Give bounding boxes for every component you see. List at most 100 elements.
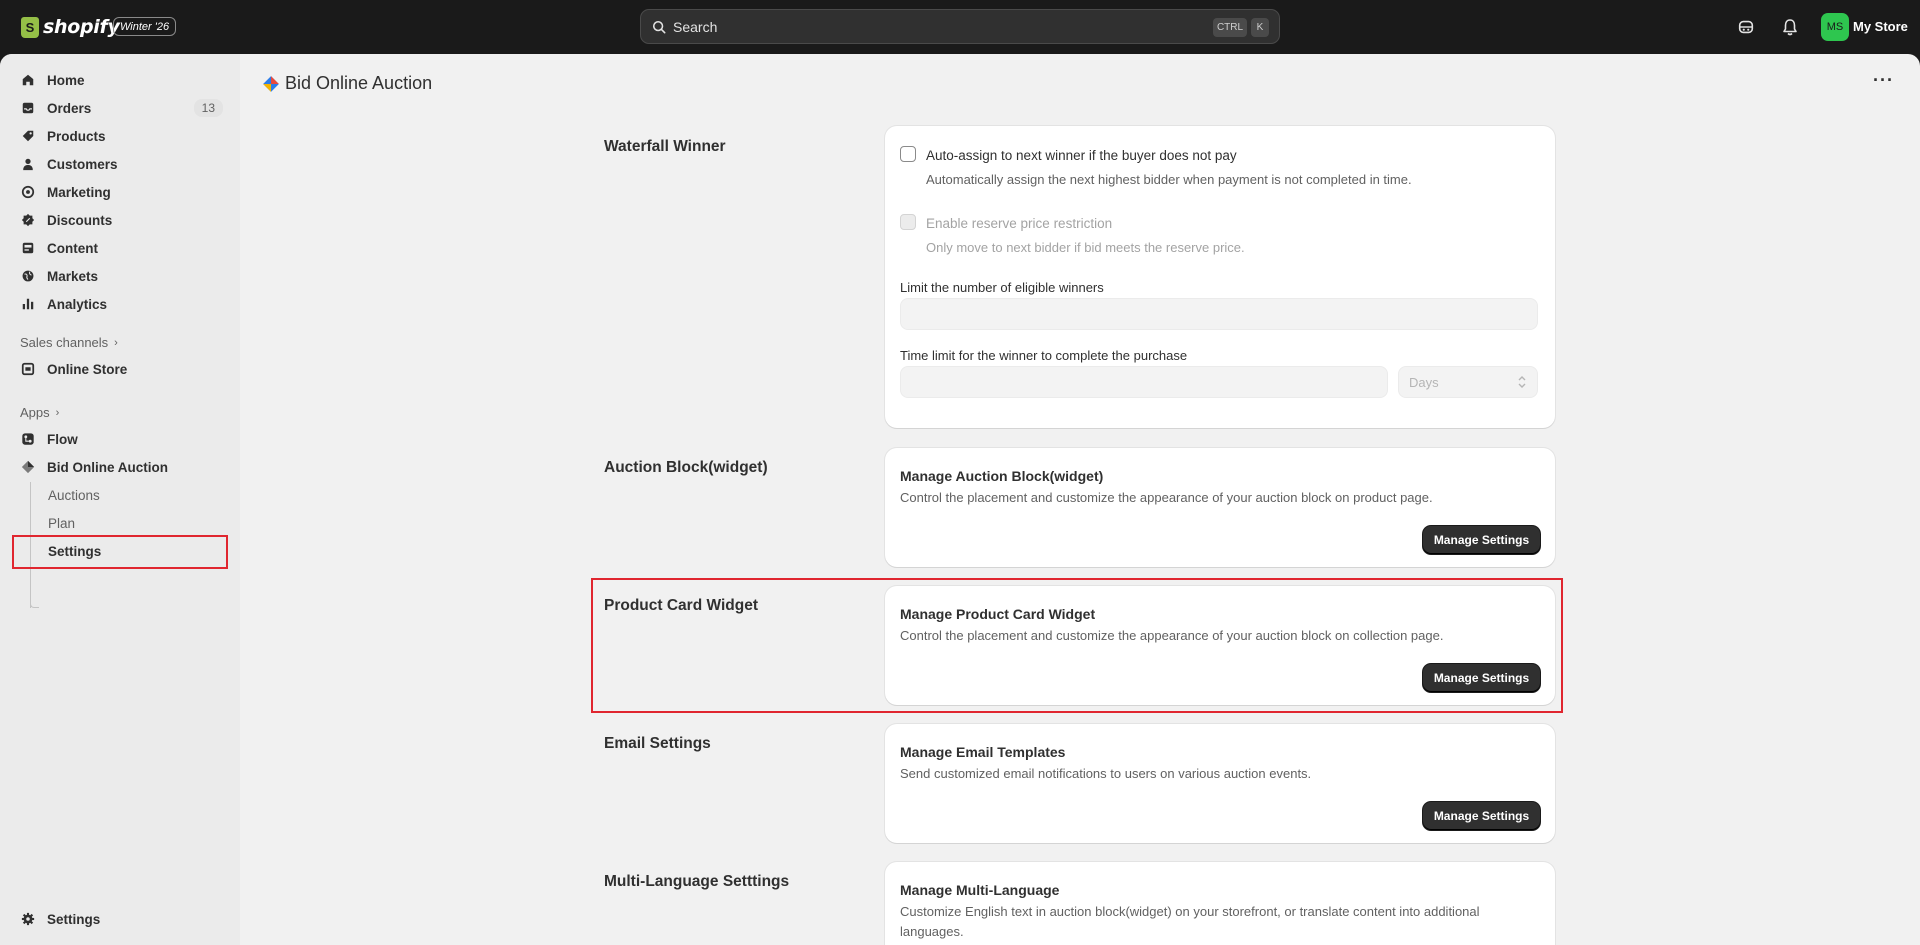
top-bar: S shopify Winter '26 Search CTRL K MS My… (0, 0, 1920, 54)
card-title: Manage Auction Block(widget) (900, 468, 1104, 484)
bar-chart-icon (20, 296, 36, 312)
reserve-price-help: Only move to next bidder if bid meets th… (926, 240, 1245, 255)
tag-icon (20, 128, 36, 144)
shortcut-ctrl: CTRL (1213, 18, 1247, 37)
card-title: Manage Multi-Language (900, 882, 1060, 898)
apps-label: Apps (20, 405, 50, 420)
auction-app-icon (263, 75, 279, 92)
sidebar-item-label: Settings (47, 911, 101, 927)
select-arrows-icon (1518, 376, 1526, 388)
card-description-continued: languages. (900, 924, 964, 939)
globe-icon (20, 268, 36, 284)
sidebar-item-label: Bid Online Auction (47, 459, 168, 475)
sidebar-item-label: Analytics (47, 296, 108, 312)
reserve-price-label: Enable reserve price restriction (926, 216, 1113, 231)
discount-icon (20, 212, 36, 228)
sales-channels-section[interactable]: Sales channels › (20, 335, 118, 350)
orders-count-badge: 13 (193, 99, 223, 117)
sidebar-item-label: Discounts (47, 212, 113, 228)
shopify-logo[interactable]: S shopify (21, 16, 120, 38)
home-icon (20, 72, 36, 88)
sidebar-item-products[interactable]: Products (20, 123, 226, 149)
auto-assign-checkbox[interactable] (900, 146, 916, 162)
card-description: Control the placement and customize the … (900, 490, 1433, 505)
sidebar-item-home[interactable]: Home (20, 67, 226, 93)
more-actions-icon[interactable]: ··· (1873, 70, 1894, 91)
sidekick-icon[interactable] (1735, 16, 1757, 38)
highlight-box-settings (12, 535, 228, 569)
multi-language-card: Manage Multi-Language Customize English … (885, 862, 1555, 945)
time-limit-input[interactable] (900, 366, 1388, 398)
waterfall-winner-title: Waterfall Winner (604, 138, 726, 155)
limit-winners-input[interactable] (900, 298, 1538, 330)
store-icon (20, 361, 36, 377)
apps-section[interactable]: Apps › (20, 405, 59, 420)
sidebar-item-settings[interactable]: Settings (20, 906, 226, 932)
search-placeholder: Search (673, 18, 718, 35)
inbox-icon (20, 100, 36, 116)
search-bar[interactable]: Search CTRL K (640, 9, 1280, 44)
edition-badge[interactable]: Winter '26 (113, 17, 177, 36)
app-shell: Home Orders 13 Products Customers Market… (0, 54, 1920, 945)
sidebar-item-customers[interactable]: Customers (20, 151, 226, 177)
time-limit-label: Time limit for the winner to complete th… (900, 348, 1188, 363)
sidebar-item-label: Markets (47, 268, 99, 284)
sidebar-item-orders[interactable]: Orders 13 (20, 95, 226, 121)
sidebar-item-bid-online-auction[interactable]: Bid Online Auction (20, 454, 226, 480)
card-description: Send customized email notifications to u… (900, 766, 1312, 781)
sidebar-subitem-auctions[interactable]: Auctions (48, 488, 100, 503)
sidebar-item-label: Content (47, 240, 98, 256)
time-unit-select[interactable]: Days (1398, 366, 1538, 398)
flow-icon (20, 431, 36, 447)
email-settings-title: Email Settings (604, 735, 711, 752)
sidebar-item-label: Marketing (47, 184, 111, 200)
sidebar-subitem-plan[interactable]: Plan (48, 516, 75, 531)
waterfall-winner-card: Auto-assign to next winner if the buyer … (885, 126, 1555, 428)
target-icon (20, 184, 36, 200)
chevron-right-icon: › (55, 406, 60, 419)
sidebar-item-label: Products (47, 128, 106, 144)
store-name[interactable]: My Store (1853, 19, 1908, 34)
sidebar-item-label: Orders (47, 100, 92, 116)
sidebar-item-label: Home (47, 72, 85, 88)
manage-settings-button[interactable]: Manage Settings (1423, 664, 1540, 692)
tree-branch (30, 600, 39, 608)
sidebar-item-content[interactable]: Content (20, 235, 226, 261)
card-title: Manage Product Card Widget (900, 606, 1096, 622)
product-card-widget-card: Manage Product Card Widget Control the p… (885, 586, 1555, 705)
card-description: Control the placement and customize the … (900, 628, 1444, 643)
auction-block-card: Manage Auction Block(widget) Control the… (885, 448, 1555, 567)
page-title: Bid Online Auction (262, 73, 432, 94)
sidebar-item-discounts[interactable]: Discounts (20, 207, 226, 233)
time-unit-value: Days (1409, 374, 1439, 390)
product-card-widget-title: Product Card Widget (604, 597, 759, 614)
manage-settings-button[interactable]: Manage Settings (1423, 526, 1540, 554)
auto-assign-label: Auto-assign to next winner if the buyer … (926, 148, 1237, 163)
notification-bell-icon[interactable] (1779, 16, 1801, 38)
sidebar-item-marketing[interactable]: Marketing (20, 179, 226, 205)
limit-winners-label: Limit the number of eligible winners (900, 280, 1104, 295)
sidebar-item-label: Customers (47, 156, 118, 172)
sidebar-item-analytics[interactable]: Analytics (20, 291, 226, 317)
sidebar-item-online-store[interactable]: Online Store (20, 356, 226, 382)
auto-assign-help: Automatically assign the next highest bi… (926, 172, 1412, 187)
chevron-right-icon: › (114, 336, 118, 349)
sidebar-item-label: Flow (47, 431, 78, 447)
sales-channels-label: Sales channels (20, 335, 109, 350)
person-icon (20, 156, 36, 172)
card-title: Manage Email Templates (900, 744, 1066, 760)
shopify-bag-icon: S (21, 16, 39, 38)
multi-language-title: Multi-Language Setttings (604, 873, 790, 890)
avatar[interactable]: MS (1821, 13, 1849, 41)
manage-settings-button[interactable]: Manage Settings (1423, 802, 1540, 830)
auction-block-title: Auction Block(widget) (604, 459, 768, 476)
shortcut-k: K (1251, 18, 1269, 37)
reserve-price-checkbox[interactable] (900, 214, 916, 230)
sidebar: Home Orders 13 Products Customers Market… (0, 54, 240, 945)
sidebar-item-markets[interactable]: Markets (20, 263, 226, 289)
page-title-text: Bid Online Auction (285, 73, 433, 93)
search-icon (652, 20, 666, 33)
gear-icon (20, 911, 36, 927)
sidebar-item-flow[interactable]: Flow (20, 426, 226, 452)
card-description: Customize English text in auction block(… (900, 904, 1480, 919)
